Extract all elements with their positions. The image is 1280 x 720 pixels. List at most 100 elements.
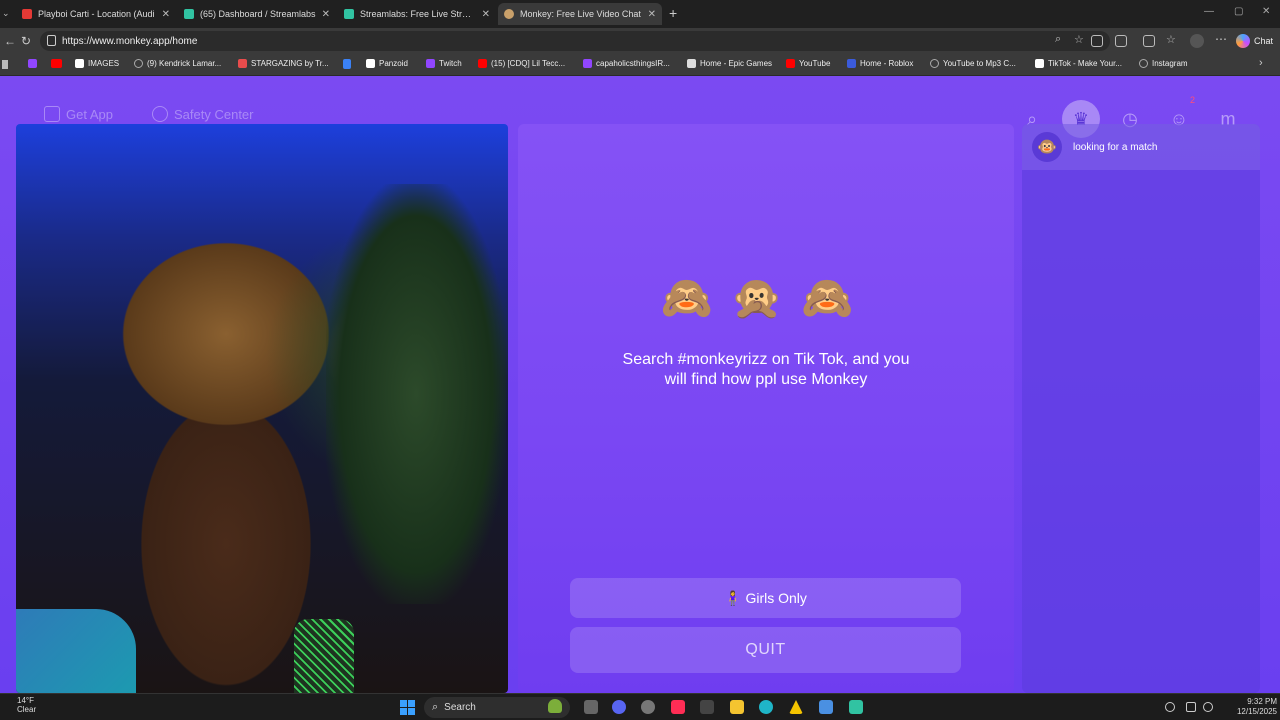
bookmark-panzoid[interactable]: Panzoid bbox=[366, 59, 408, 68]
zoom-icon[interactable]: ⌕ bbox=[1055, 33, 1061, 46]
file-explorer-icon[interactable] bbox=[730, 700, 744, 714]
task-view-icon[interactable] bbox=[584, 700, 598, 714]
start-button[interactable] bbox=[400, 700, 415, 715]
windows-taskbar: 14°F Clear ⌕ Search 9:32 PM 12/15/2025 bbox=[0, 693, 1280, 720]
twitch-bookmark-icon[interactable] bbox=[28, 59, 37, 68]
girls-only-label: Girls Only bbox=[745, 590, 807, 606]
tab-streamlabs[interactable]: Streamlabs: Free Live Streaming & ✕ bbox=[338, 3, 496, 25]
address-bar-row: ← ↻ https://www.monkey.app/home ⌕ ☆ ☆ ⋯ … bbox=[0, 28, 1280, 54]
streamlabs-icon bbox=[344, 9, 354, 19]
youtube-icon bbox=[478, 59, 487, 68]
panzoid-icon bbox=[366, 59, 375, 68]
more-icon[interactable]: ⋯ bbox=[1215, 32, 1227, 46]
youtube-icon bbox=[22, 9, 32, 19]
christmas-tree bbox=[326, 184, 506, 604]
weather-condition: Clear bbox=[17, 705, 37, 714]
bookmark-label: YouTube to Mp3 C... bbox=[943, 59, 1016, 68]
close-tab-icon[interactable]: ✕ bbox=[322, 9, 330, 20]
bookmark-label: Home - Roblox bbox=[860, 59, 914, 68]
globe-icon bbox=[930, 59, 939, 68]
chrome-icon[interactable] bbox=[819, 700, 833, 714]
bookmark-label: (9) Kendrick Lamar... bbox=[147, 59, 222, 68]
close-tab-icon[interactable]: ✕ bbox=[648, 9, 656, 20]
time: 9:32 PM bbox=[1247, 697, 1277, 706]
copilot-icon bbox=[1236, 34, 1250, 48]
safety-center-link[interactable]: Safety Center bbox=[152, 106, 254, 122]
tab-monkey[interactable]: Monkey: Free Live Video Chat ✕ bbox=[498, 3, 662, 25]
quit-button[interactable]: QUIT bbox=[570, 627, 961, 673]
bing-icon[interactable] bbox=[343, 59, 351, 69]
refresh-icon[interactable]: ↻ bbox=[21, 34, 31, 48]
bookmark-label: (15) [CDQ] Lil Tecc... bbox=[491, 59, 566, 68]
maximize-icon[interactable]: ▢ bbox=[1234, 6, 1243, 17]
bookmark-lil-tecca[interactable]: (15) [CDQ] Lil Tecc... bbox=[478, 59, 565, 68]
camera-icon[interactable] bbox=[1091, 35, 1103, 47]
address-bar[interactable]: https://www.monkey.app/home bbox=[40, 31, 1110, 51]
bookmark-label: STARGAZING by Tr... bbox=[251, 59, 329, 68]
bookmark-kendrick[interactable]: (9) Kendrick Lamar... bbox=[134, 59, 221, 68]
microphone-tray-icon[interactable] bbox=[1165, 702, 1175, 712]
bookmark-label: Instagram bbox=[1152, 59, 1188, 68]
close-tab-icon[interactable]: ✕ bbox=[482, 9, 490, 20]
bookmark-images[interactable]: IMAGES bbox=[75, 59, 119, 68]
promo-message: Search #monkeyrizz on Tik Tok, and you w… bbox=[622, 351, 910, 388]
tiktok-app-icon[interactable] bbox=[671, 700, 685, 714]
globe-icon bbox=[134, 59, 143, 68]
copilot-chat-button[interactable]: Chat bbox=[1236, 32, 1273, 50]
favorite-star-icon[interactable]: ☆ bbox=[1074, 33, 1084, 46]
volume-icon[interactable] bbox=[1203, 702, 1213, 712]
sidebar-toggle-icon[interactable] bbox=[2, 60, 8, 69]
pineapple-widget-icon[interactable] bbox=[548, 699, 562, 713]
match-sidebar: 🐵 looking for a match bbox=[1022, 124, 1260, 693]
bookmark-label: TikTok - Make Your... bbox=[1048, 59, 1122, 68]
warning-icon[interactable] bbox=[789, 700, 803, 714]
vrchat-icon[interactable] bbox=[700, 700, 714, 714]
extensions-icon[interactable] bbox=[1115, 35, 1127, 47]
self-camera-video bbox=[16, 124, 508, 693]
split-screen-icon[interactable] bbox=[1143, 35, 1155, 47]
edge-icon[interactable] bbox=[759, 700, 773, 714]
get-app-link[interactable]: Get App bbox=[44, 106, 113, 122]
tab-actions-chevron-icon[interactable]: ⌄ bbox=[2, 8, 10, 19]
close-tab-icon[interactable]: ✕ bbox=[162, 9, 170, 20]
safety-center-label: Safety Center bbox=[174, 106, 254, 122]
bookmark-roblox[interactable]: Home - Roblox bbox=[847, 59, 913, 68]
bookmark-youtube-mp3[interactable]: YouTube to Mp3 C... bbox=[930, 59, 1016, 68]
messages-badge: 2 bbox=[1190, 95, 1196, 105]
bookmark-label: Home - Epic Games bbox=[700, 59, 773, 68]
search-icon: ⌕ bbox=[432, 701, 439, 713]
tab-title: (65) Dashboard / Streamlabs bbox=[200, 9, 316, 19]
bookmark-epic-games[interactable]: Home - Epic Games bbox=[687, 59, 772, 68]
epic-games-icon bbox=[687, 59, 696, 68]
bookmark-stargazing[interactable]: STARGAZING by Tr... bbox=[238, 59, 329, 68]
minimize-icon[interactable]: — bbox=[1204, 6, 1214, 17]
bookmark-twitch[interactable]: Twitch bbox=[426, 59, 462, 68]
youtube-bookmark-icon[interactable] bbox=[51, 59, 62, 68]
favorites-icon[interactable]: ☆ bbox=[1166, 33, 1176, 46]
girls-only-button[interactable]: 🧍‍♀️ Girls Only bbox=[570, 578, 961, 618]
bookmarks-overflow-chevron-icon[interactable]: › bbox=[1259, 57, 1263, 69]
profile-avatar[interactable] bbox=[1190, 34, 1204, 48]
network-icon[interactable] bbox=[1186, 702, 1196, 712]
bookmark-instagram[interactable]: Instagram bbox=[1139, 59, 1188, 68]
close-window-icon[interactable]: ✕ bbox=[1262, 6, 1270, 17]
weather-widget[interactable]: 14°F Clear bbox=[17, 696, 36, 714]
shirt bbox=[16, 609, 136, 693]
bookmark-youtube[interactable]: YouTube bbox=[786, 59, 830, 68]
discord-icon[interactable] bbox=[612, 700, 626, 714]
url-text[interactable]: https://www.monkey.app/home bbox=[62, 36, 197, 47]
streamlabs-taskbar-icon[interactable] bbox=[849, 700, 863, 714]
bookmark-capaholic[interactable]: capaholicsthingsIR... bbox=[583, 59, 670, 68]
tab-streamlabs-dashboard[interactable]: (65) Dashboard / Streamlabs ✕ bbox=[178, 3, 336, 25]
youtube-icon bbox=[786, 59, 795, 68]
bookmark-tiktok[interactable]: TikTok - Make Your... bbox=[1035, 59, 1122, 68]
microphone bbox=[294, 619, 354, 693]
chat-label: Chat bbox=[1254, 36, 1274, 46]
system-clock[interactable]: 9:32 PM 12/15/2025 bbox=[1225, 697, 1277, 717]
bookmark-label: Twitch bbox=[439, 59, 462, 68]
back-icon[interactable]: ← bbox=[4, 34, 16, 48]
twitch-icon bbox=[426, 59, 435, 68]
tab-playboi-carti[interactable]: Playboi Carti - Location (Audi ✕ bbox=[16, 3, 176, 25]
new-tab-button[interactable]: + bbox=[669, 5, 677, 21]
app-icon[interactable] bbox=[641, 700, 655, 714]
